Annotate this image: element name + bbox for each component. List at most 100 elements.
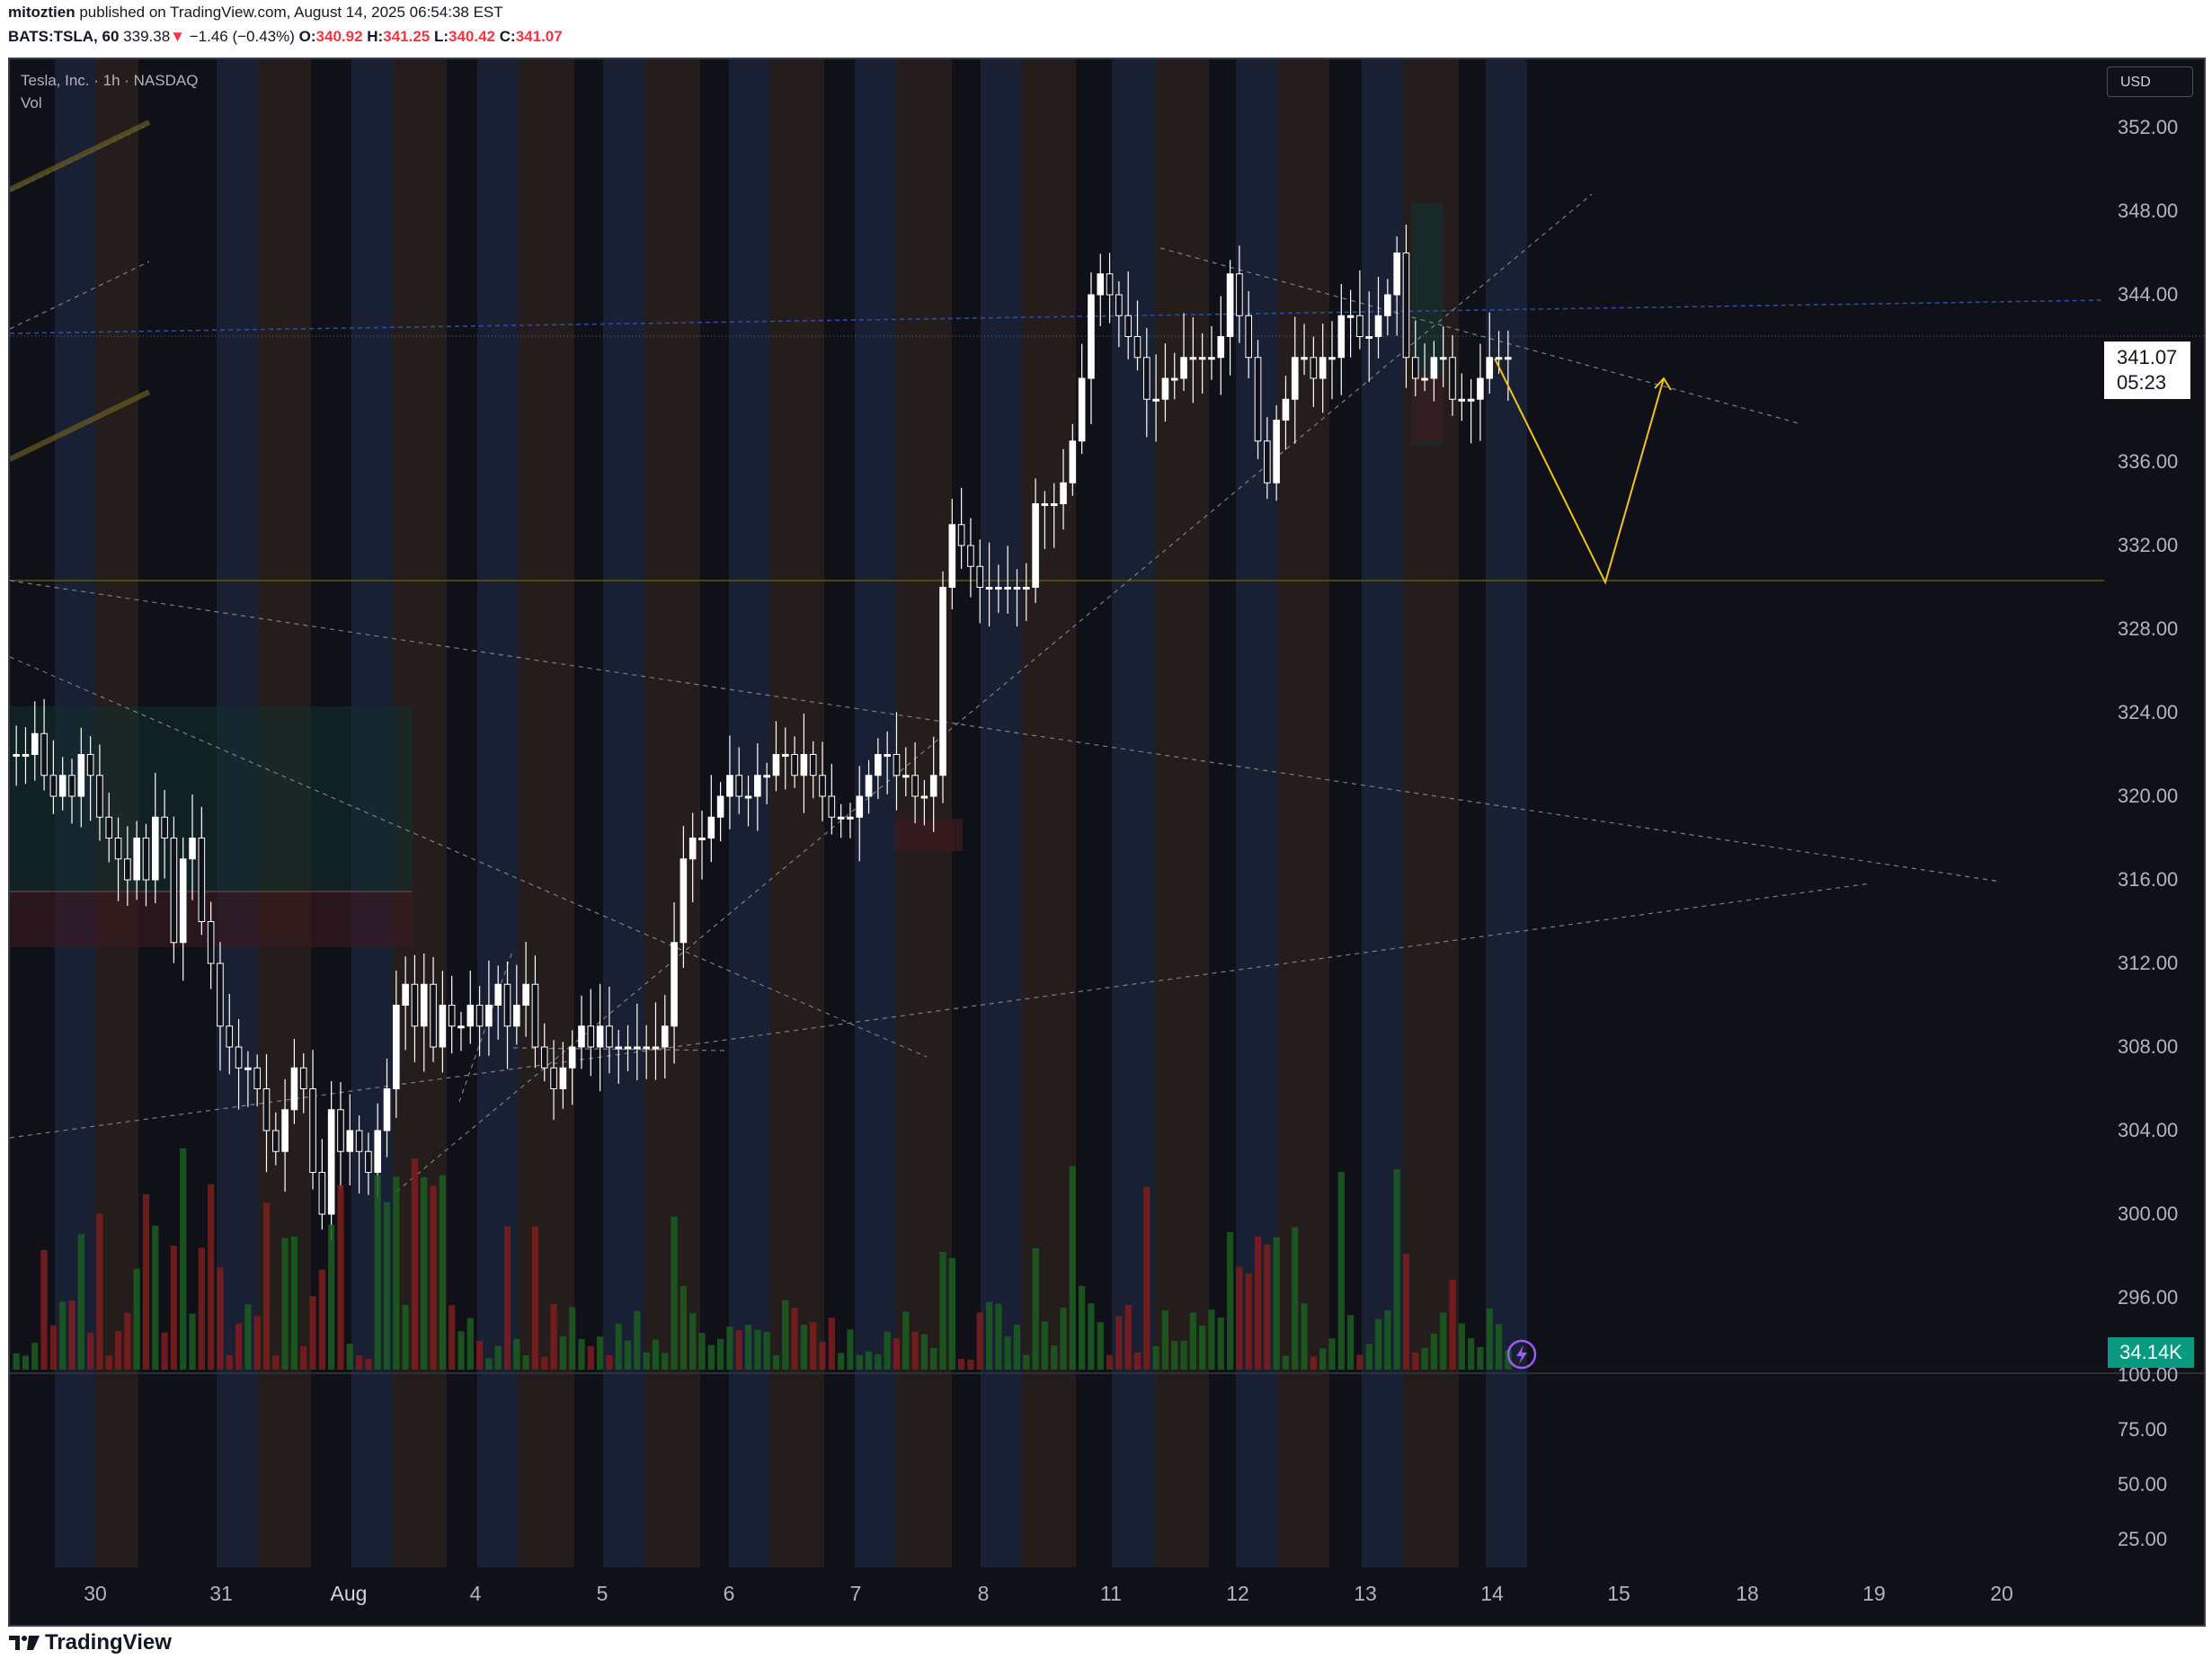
- time-tick: 19: [1862, 1582, 1886, 1605]
- candle-body-103: [967, 545, 974, 567]
- volume-bar-52: [494, 1345, 502, 1370]
- price-tick: 296.00: [2118, 1286, 2179, 1309]
- volume-bar-22: [217, 1267, 224, 1370]
- volume-bar-158: [1477, 1346, 1484, 1370]
- volume-bar-94: [884, 1331, 891, 1370]
- candle-body-79: [744, 795, 752, 799]
- volume-bar-99: [930, 1347, 937, 1370]
- session-band-15: [1022, 59, 1076, 1567]
- candle-body-137: [1282, 398, 1290, 421]
- candle-body-87: [819, 775, 826, 797]
- candle-body-77: [726, 775, 733, 797]
- publisher-name[interactable]: mitoztien: [8, 4, 76, 21]
- candle-body-141: [1319, 357, 1327, 379]
- high-label: H:: [367, 28, 384, 45]
- candle-body-48: [458, 1025, 465, 1029]
- candle-body-96: [902, 775, 910, 778]
- volume-bar-126: [1180, 1340, 1187, 1370]
- volume-bar-90: [847, 1329, 854, 1370]
- volume-bar-51: [485, 1358, 493, 1370]
- currency-button[interactable]: USD: [2107, 67, 2193, 97]
- volume-bar-44: [421, 1176, 428, 1370]
- volume-bar-122: [1143, 1186, 1150, 1370]
- candle-body-89: [837, 816, 845, 820]
- candle-body-101: [948, 524, 956, 588]
- candle-body-134: [1254, 357, 1262, 442]
- candle-body-38: [365, 1150, 372, 1173]
- candle-body-95: [893, 754, 901, 776]
- candle-body-49: [466, 1005, 475, 1027]
- chart-frame[interactable]: Tesla, Inc. · 1h · NASDAQ Vol USD 352.00…: [8, 58, 2206, 1627]
- volume-bar-53: [503, 1226, 511, 1370]
- lightning-icon[interactable]: [1506, 1338, 1538, 1371]
- volume-bar-105: [985, 1301, 993, 1370]
- volume-bar-18: [180, 1148, 187, 1370]
- candle-body-156: [1458, 398, 1466, 402]
- volume-bar-69: [652, 1339, 660, 1370]
- volume-bar-155: [1449, 1280, 1456, 1370]
- chart-canvas[interactable]: [10, 59, 2204, 1625]
- ohlc-line: BATS:TSLA, 60 339.38▼ −1.46 (−0.43%) O:3…: [8, 28, 563, 46]
- candle-body-121: [1133, 336, 1142, 359]
- time-tick: 20: [1990, 1582, 2013, 1605]
- candle-body-17: [170, 838, 178, 944]
- price-tick: 352.00: [2118, 116, 2179, 138]
- volume-bar-27: [262, 1202, 271, 1370]
- volume-bar-91: [856, 1354, 863, 1370]
- tradingview-logo[interactable]: TradingView: [9, 1630, 172, 1655]
- price-tick: 324.00: [2118, 701, 2179, 723]
- candle-body-61: [578, 1025, 585, 1048]
- candle-body-12: [124, 858, 131, 881]
- logo-text: TradingView: [45, 1630, 172, 1655]
- candle-body-72: [680, 858, 688, 944]
- down-arrow-icon: ▼: [170, 28, 185, 45]
- volume-bar-82: [772, 1354, 780, 1370]
- candle-body-143: [1337, 315, 1346, 359]
- volume-bar-80: [754, 1329, 761, 1370]
- candle-body-97: [911, 775, 919, 797]
- volume-bar-19: [189, 1313, 196, 1370]
- price-tick: 328.00: [2118, 617, 2179, 640]
- candle-body-53: [503, 983, 511, 1027]
- volume-bar-42: [402, 1304, 409, 1370]
- candle-body-81: [763, 775, 770, 778]
- volume-bar-28: [272, 1355, 280, 1370]
- chart-legend: Tesla, Inc. · 1h · NASDAQ Vol: [21, 72, 198, 117]
- volume-bar-4: [49, 1325, 57, 1370]
- volume-bar-140: [1310, 1356, 1317, 1370]
- time-tick: 14: [1480, 1582, 1504, 1605]
- candle-body-69: [652, 1046, 660, 1050]
- candle-body-160: [1495, 357, 1503, 360]
- candle-body-13: [133, 838, 140, 881]
- volume-bar-48: [458, 1331, 465, 1370]
- legend-vol[interactable]: Vol: [21, 94, 198, 112]
- volume-bar-116: [1088, 1303, 1095, 1370]
- candle-body-149: [1393, 253, 1400, 296]
- candle-body-147: [1374, 315, 1382, 337]
- candle-body-111: [1041, 503, 1049, 506]
- candle-body-92: [865, 775, 873, 797]
- volume-bar-148: [1384, 1310, 1391, 1370]
- volume-bar-11: [114, 1331, 122, 1370]
- candle-body-124: [1161, 377, 1169, 400]
- candle-body-67: [634, 1046, 641, 1050]
- legend-title[interactable]: Tesla, Inc. · 1h · NASDAQ: [21, 72, 198, 90]
- volume-bar-34: [328, 1224, 335, 1370]
- volume-bar-81: [763, 1331, 770, 1370]
- candle-body-27: [262, 1088, 271, 1131]
- volume-bar-20: [198, 1247, 205, 1370]
- volume-bar-1: [22, 1355, 30, 1370]
- candle-body-63: [596, 1025, 604, 1048]
- candle-body-3: [40, 732, 48, 776]
- volume-bar-30: [290, 1236, 298, 1370]
- candle-body-0: [13, 754, 20, 757]
- volume-bar-66: [624, 1340, 632, 1370]
- time-tick: 13: [1354, 1582, 1377, 1605]
- volume-bar-153: [1430, 1333, 1437, 1370]
- candle-body-98: [920, 795, 928, 799]
- candle-body-130: [1217, 336, 1225, 359]
- candle-body-52: [494, 983, 502, 1006]
- candle-body-80: [754, 775, 761, 797]
- candle-body-14: [142, 838, 150, 881]
- candle-body-22: [217, 963, 224, 1027]
